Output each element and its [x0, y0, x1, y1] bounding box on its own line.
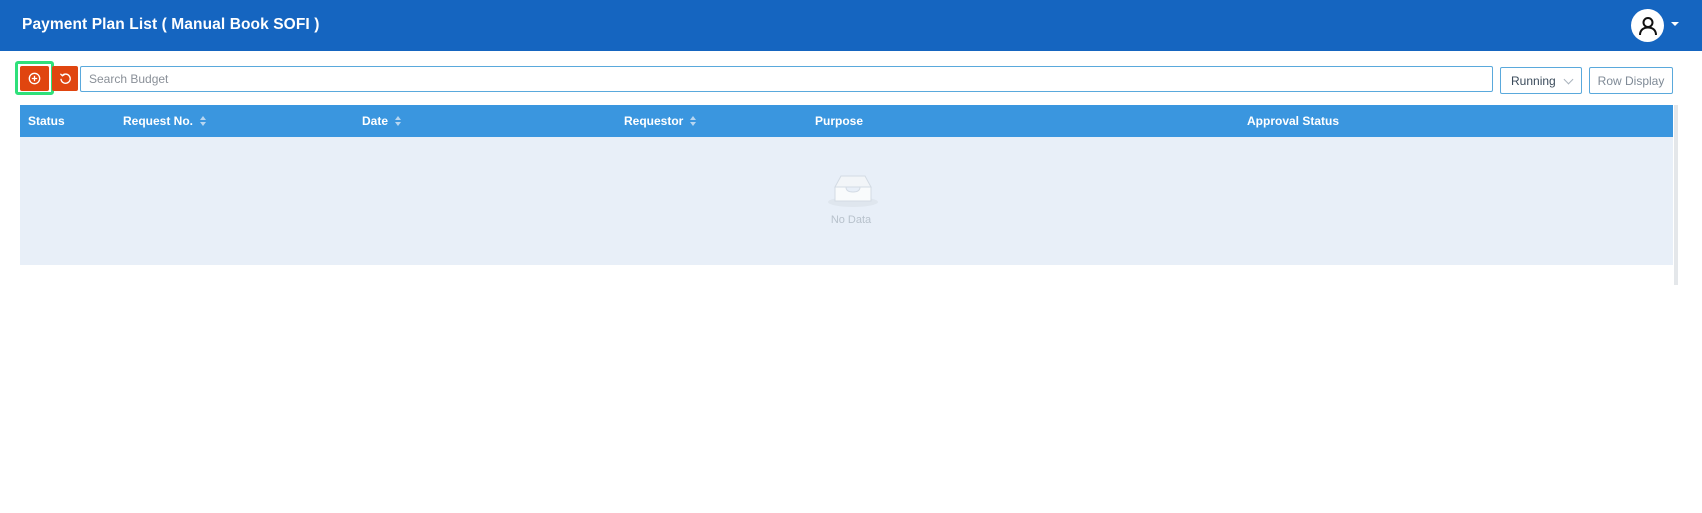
sort-icon[interactable] — [690, 116, 697, 126]
table-header: Status Request No. Date Requestor Purpos… — [20, 105, 1673, 137]
column-header-request-no[interactable]: Request No. — [123, 114, 207, 128]
refresh-button[interactable] — [52, 66, 78, 91]
empty-state-text: No Data — [830, 214, 872, 226]
status-filter-value: Running — [1511, 73, 1556, 88]
add-button[interactable] — [20, 66, 49, 91]
top-bar: Payment Plan List ( Manual Book SOFI ) — [0, 0, 1702, 51]
column-header-requestor[interactable]: Requestor — [624, 114, 697, 128]
sort-icon[interactable] — [395, 116, 402, 126]
empty-inbox-icon — [828, 175, 878, 207]
search-input[interactable] — [80, 66, 1493, 92]
user-avatar[interactable] — [1631, 9, 1664, 42]
column-header-approval-status: Approval Status — [1247, 114, 1340, 128]
scrollbar[interactable] — [1674, 105, 1678, 285]
status-filter-select[interactable]: Running — [1500, 67, 1582, 94]
column-header-date[interactable]: Date — [362, 114, 402, 128]
row-display-button[interactable]: Row Display — [1589, 67, 1673, 94]
user-icon — [1638, 16, 1657, 35]
column-header-purpose: Purpose — [815, 114, 864, 128]
chevron-down-icon[interactable] — [1671, 22, 1679, 26]
refresh-icon — [59, 73, 71, 84]
plus-circle-icon — [28, 72, 41, 85]
column-header-status: Status — [28, 114, 65, 128]
sort-icon[interactable] — [200, 116, 207, 126]
table-body: No Data — [20, 137, 1673, 265]
payment-plan-table: Status Request No. Date Requestor Purpos… — [20, 105, 1673, 265]
page-title: Payment Plan List ( Manual Book SOFI ) — [22, 16, 320, 33]
chevron-down-icon — [1563, 74, 1574, 85]
